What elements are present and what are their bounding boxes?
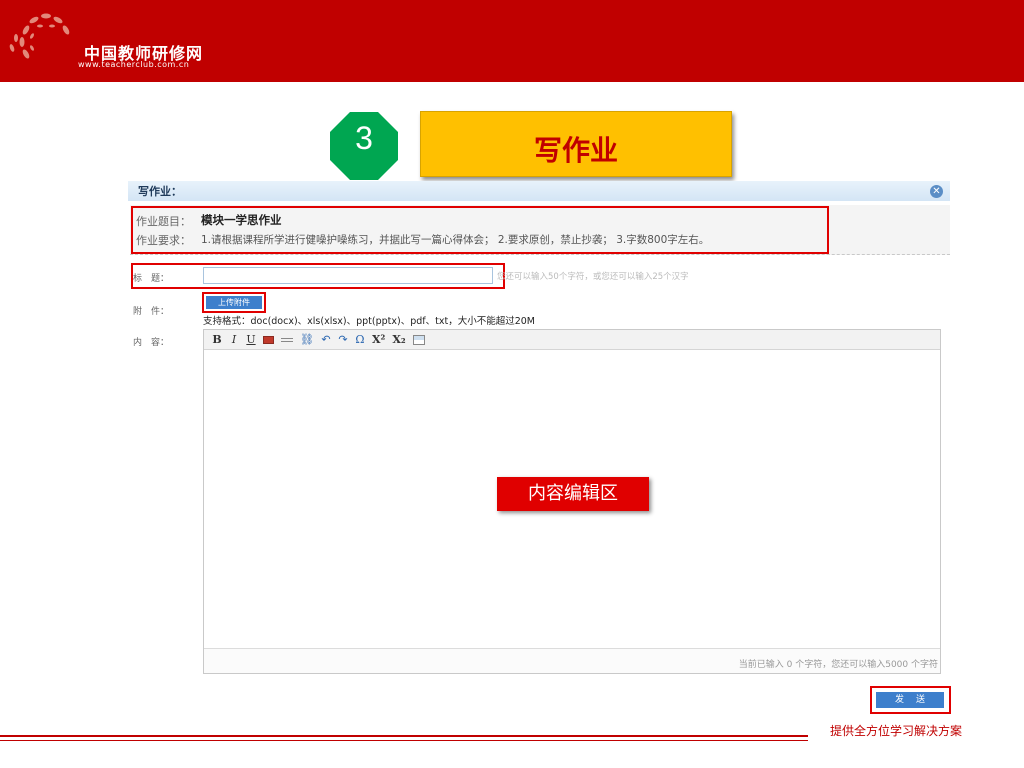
step-title: 写作业 xyxy=(533,134,618,167)
supported-formats: 支持格式：doc(docx)、xls(xlsx)、ppt(pptx)、pdf、t… xyxy=(203,316,535,327)
horizontal-rule-icon[interactable] xyxy=(281,337,293,342)
footer-divider xyxy=(0,735,808,737)
requirements-label: 作业要求： xyxy=(136,234,191,247)
assignment-title-label: 作业题目： xyxy=(136,215,191,228)
upload-button-highlight xyxy=(202,292,266,313)
step-number: 3 xyxy=(355,120,373,156)
underline-button[interactable]: U xyxy=(246,333,256,347)
insert-image-icon[interactable] xyxy=(263,335,274,344)
superscript-button[interactable]: X² xyxy=(372,333,385,347)
italic-button[interactable]: I xyxy=(229,333,239,347)
send-button-highlight xyxy=(870,686,951,714)
title-hint: 您还可以输入50个字符，或您还可以输入25个汉字 xyxy=(497,272,689,282)
bold-button[interactable]: B xyxy=(212,333,222,347)
footer-slogan: 提供全方位学习解决方案 xyxy=(830,724,963,738)
subscript-button[interactable]: X₂ xyxy=(392,333,405,347)
footer-divider-thin xyxy=(0,740,808,741)
undo-icon[interactable]: ↶ xyxy=(321,333,331,347)
content-label: 内 容： xyxy=(133,338,170,348)
panel-header xyxy=(128,181,950,201)
assignment-title-value: 模块一学思作业 xyxy=(201,213,282,227)
redo-icon[interactable]: ↷ xyxy=(338,333,348,347)
panel-title: 写作业： xyxy=(138,185,182,198)
link-icon[interactable]: ⛓ xyxy=(300,333,314,347)
special-char-button[interactable]: Ω xyxy=(355,333,365,347)
character-count: 当前已输入 0 个字符，您还可以输入5000 个字符 xyxy=(738,660,938,670)
close-icon[interactable]: ✕ xyxy=(930,185,943,198)
editor-toolbar: B I U ⛓ ↶ ↷ Ω X² X₂ xyxy=(204,330,940,350)
site-url: www.teacherclub.com.cn xyxy=(78,60,190,69)
attachment-label: 附 件： xyxy=(133,307,170,317)
requirements-value: 1.请根据课程所学进行健噪护噪练习，并据此写一篇心得体会； 2.要求原创，禁止抄… xyxy=(201,234,710,246)
insert-table-icon[interactable] xyxy=(412,334,425,345)
content-area-callout: 内容编辑区 xyxy=(497,477,649,511)
logo-icon xyxy=(9,13,70,59)
title-row-highlight xyxy=(131,263,505,289)
